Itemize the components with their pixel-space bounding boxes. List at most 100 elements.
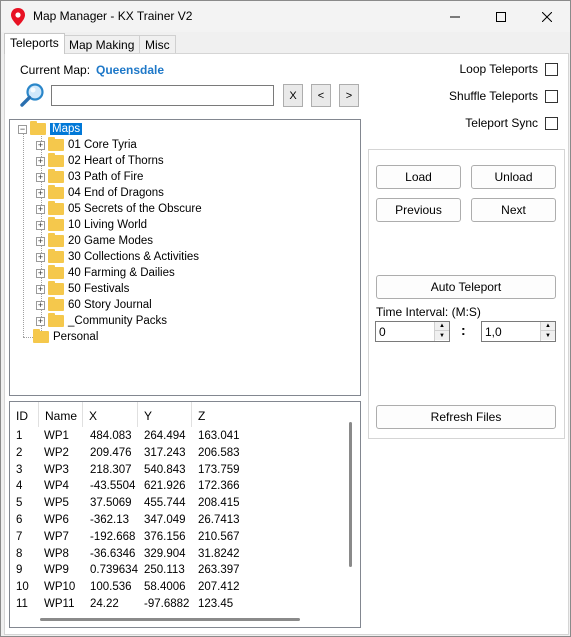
refresh-files-button[interactable]: Refresh Files — [376, 405, 556, 429]
table-row[interactable]: 10 WP10 100.536 58.4006 207.412 — [10, 579, 345, 595]
tree-node[interactable]: + 40 Farming & Dailies — [36, 265, 175, 281]
expand-icon[interactable]: + — [36, 236, 45, 246]
expand-icon[interactable]: + — [36, 188, 45, 198]
tree-node[interactable]: + 02 Heart of Thorns — [36, 153, 164, 169]
maximize-button[interactable] — [478, 1, 524, 32]
expand-icon[interactable]: + — [36, 140, 45, 150]
teleport-sync-label: Teleport Sync — [465, 116, 538, 130]
tree-node-label: 05 Secrets of the Obscure — [68, 203, 202, 215]
tree-node[interactable]: + 30 Collections & Activities — [36, 249, 199, 265]
tab-misc[interactable]: Misc — [139, 35, 176, 53]
table-row[interactable]: 4 WP4 -43.5504 621.926 172.366 — [10, 478, 345, 494]
column-header-z[interactable]: Z — [192, 402, 350, 427]
collapse-icon[interactable]: − — [18, 124, 27, 134]
tree-node[interactable]: + 01 Core Tyria — [36, 137, 137, 153]
tab-teleports[interactable]: Teleports — [4, 33, 65, 54]
expand-icon[interactable]: + — [36, 316, 45, 326]
teleport-sync-checkbox[interactable] — [545, 116, 558, 130]
table-cell-id: 1 — [16, 430, 23, 442]
folder-icon — [48, 201, 64, 215]
expand-icon[interactable]: + — [36, 284, 45, 294]
table-row[interactable]: 6 WP6 -362.13 347.049 26.7413 — [10, 512, 345, 528]
table-row[interactable]: 8 WP8 -36.6346 329.904 31.8242 — [10, 546, 345, 562]
clear-search-button[interactable]: X — [283, 84, 303, 107]
table-cell-id: 9 — [16, 564, 23, 577]
search-prev-button[interactable]: < — [311, 84, 331, 107]
table-cell-x: -192.668 — [90, 530, 136, 543]
table-row[interactable]: 11 WP11 24.22 -97.6882 123.45 — [10, 596, 345, 612]
minutes-value: 0 — [379, 325, 386, 339]
horizontal-scrollbar[interactable] — [40, 618, 300, 621]
table-row[interactable]: 5 WP5 37.5069 455.744 208.415 — [10, 495, 345, 511]
folder-icon — [48, 233, 64, 247]
shuffle-teleports-option[interactable]: Shuffle Teleports — [449, 89, 558, 103]
close-button[interactable] — [524, 1, 570, 32]
tree-node-label: 02 Heart of Thorns — [68, 155, 164, 167]
seconds-down-icon[interactable]: ▼ — [541, 331, 555, 340]
search-input[interactable] — [51, 85, 274, 106]
tree-node-label: Personal — [53, 331, 99, 343]
table-row[interactable]: 1 WP1 484.083 264.494 163.041 — [10, 428, 345, 444]
loop-teleports-checkbox[interactable] — [545, 62, 558, 76]
table-row[interactable]: 7 WP7 -192.668 376.156 210.567 — [10, 529, 345, 545]
next-button[interactable]: Next — [471, 198, 556, 222]
time-separator: : — [461, 322, 466, 338]
tree-node[interactable]: + 10 Living World — [36, 217, 147, 233]
unload-button[interactable]: Unload — [471, 165, 556, 189]
table-row[interactable]: 3 WP3 218.307 540.843 173.759 — [10, 462, 345, 478]
tab-map-making[interactable]: Map Making — [63, 35, 141, 53]
waypoint-table[interactable]: ID Name X Y Z 1 WP1 484.083 264.494 163.041 2… — [9, 401, 361, 628]
vertical-scrollbar[interactable] — [349, 422, 352, 567]
folder-icon — [48, 137, 64, 151]
minimize-button[interactable] — [432, 1, 478, 32]
expand-icon[interactable]: + — [36, 156, 45, 166]
column-header-id[interactable]: ID — [10, 402, 39, 427]
table-cell-y: -97.6882 — [144, 598, 190, 610]
previous-button[interactable]: Previous — [376, 198, 461, 222]
auto-teleport-button[interactable]: Auto Teleport — [376, 275, 556, 299]
table-cell-id: 3 — [16, 463, 23, 476]
minutes-stepper[interactable]: 0 ▲ ▼ — [375, 321, 450, 342]
minimize-icon — [450, 16, 460, 17]
search-next-button[interactable]: > — [339, 84, 359, 107]
minutes-down-icon[interactable]: ▼ — [435, 331, 449, 340]
window-title: Map Manager - KX Trainer V2 — [33, 9, 193, 23]
table-row[interactable]: 2 WP2 209.476 317.243 206.583 — [10, 445, 345, 461]
seconds-value: 1,0 — [485, 325, 502, 339]
expand-icon[interactable]: + — [36, 172, 45, 182]
title-bar[interactable]: Map Manager - KX Trainer V2 — [1, 1, 570, 32]
table-cell-id: 10 — [16, 581, 29, 594]
column-header-y[interactable]: Y — [138, 402, 192, 427]
tree-node[interactable]: + 04 End of Dragons — [36, 185, 164, 201]
tree-node-label: 20 Game Modes — [68, 235, 154, 247]
table-cell-id: 7 — [16, 530, 23, 543]
expand-icon[interactable]: + — [36, 252, 45, 262]
seconds-stepper[interactable]: 1,0 ▲ ▼ — [481, 321, 556, 342]
tree-node[interactable]: + 20 Game Modes — [36, 233, 153, 249]
tree-node[interactable]: + _Community Packs — [36, 313, 167, 329]
table-row[interactable]: 9 WP9 0.739634 250.113 263.397 — [10, 562, 345, 578]
minutes-up-icon[interactable]: ▲ — [435, 322, 449, 331]
table-cell-name: WP11 — [44, 598, 75, 610]
tree-node-personal[interactable]: Personal — [33, 329, 98, 345]
table-cell-z: 207.412 — [198, 581, 240, 594]
tree-node[interactable]: + 60 Story Journal — [36, 297, 152, 313]
expand-icon[interactable]: + — [36, 204, 45, 214]
expand-icon[interactable]: + — [36, 220, 45, 230]
tree-node[interactable]: + 03 Path of Fire — [36, 169, 143, 185]
shuffle-teleports-checkbox[interactable] — [545, 89, 558, 103]
tree-node-maps[interactable]: − Maps — [18, 121, 83, 137]
load-button[interactable]: Load — [376, 165, 461, 189]
table-cell-y: 264.494 — [144, 430, 186, 442]
teleport-sync-option[interactable]: Teleport Sync — [465, 116, 558, 130]
expand-icon[interactable]: + — [36, 300, 45, 310]
table-cell-name: WP2 — [44, 446, 69, 459]
column-header-name[interactable]: Name — [39, 402, 83, 427]
expand-icon[interactable]: + — [36, 268, 45, 278]
tree-node[interactable]: + 50 Festivals — [36, 281, 129, 297]
seconds-up-icon[interactable]: ▲ — [541, 322, 555, 331]
tree-node[interactable]: + 05 Secrets of the Obscure — [36, 201, 202, 217]
loop-teleports-option[interactable]: Loop Teleports — [459, 62, 558, 76]
column-header-x[interactable]: X — [83, 402, 138, 427]
map-tree[interactable]: − Maps + 01 Core Tyria + 02 Heart of Tho… — [9, 119, 361, 396]
